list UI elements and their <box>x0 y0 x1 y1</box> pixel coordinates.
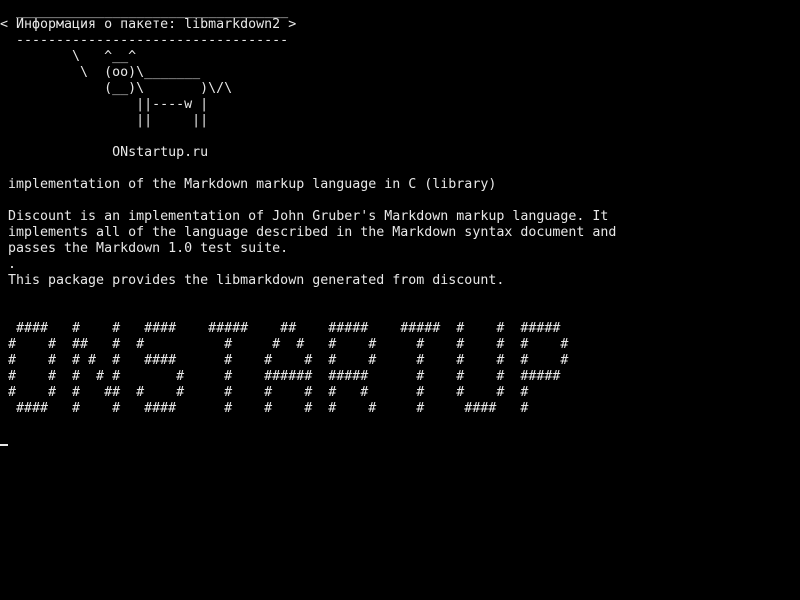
terminal-screen: __________________________________ < Инф… <box>0 0 800 600</box>
package-description-line: This package provides the libmarkdown ge… <box>8 273 505 288</box>
cow-ascii-line: || || <box>8 113 209 128</box>
cow-ascii-line: \ ^__^ <box>8 49 137 64</box>
package-description-line: implements all of the language described… <box>8 225 617 240</box>
banner-line: # # # # # # # ###### ##### # # # ##### <box>8 369 561 384</box>
package-description-line: Discount is an implementation of John Gr… <box>8 209 609 224</box>
banner-line: # # ## # # # # # # # # # # # # <box>8 337 569 352</box>
banner-line: #### # # #### ##### ## ##### ##### # # #… <box>8 321 561 336</box>
cow-ascii-line: (__)\ )\/\ <box>8 81 233 96</box>
banner-line: #### # # #### # # # # # # #### # <box>8 401 529 416</box>
banner-line: # # # # # #### # # # # # # # # # # <box>8 353 569 368</box>
cow-ascii-line: \ (oo)\_______ <box>8 65 201 80</box>
cowsay-message: < Информация о пакете: libmarkdown2 > <box>0 17 297 32</box>
package-description-line: passes the Markdown 1.0 test suite. <box>8 241 289 256</box>
package-summary: implementation of the Markdown markup la… <box>8 177 497 192</box>
banner-line: # # # ## # # # # # # # # # # # <box>8 385 529 400</box>
cowsay-border-bottom: ---------------------------------- <box>8 33 289 48</box>
package-description-line: . <box>8 257 17 272</box>
terminal-cursor[interactable] <box>0 444 8 446</box>
site-label: ONstartup.ru <box>8 145 209 160</box>
cow-ascii-line: ||----w | <box>8 97 209 112</box>
